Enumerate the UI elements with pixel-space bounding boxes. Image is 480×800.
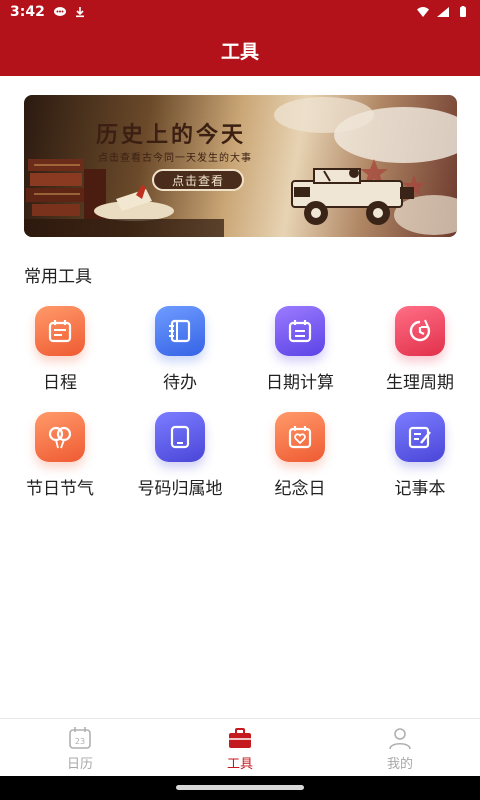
nav-label: 工具 — [226, 757, 253, 772]
history-today-banner[interactable]: 历史上的今天 点击查看古今同一天发生的大事 点击查看 — [24, 95, 457, 237]
section-title: 常用工具 — [24, 267, 92, 287]
nav-label: 我的 — [386, 757, 413, 772]
tool-label: 节日节气 — [26, 479, 94, 499]
nav-label: 日历 — [66, 757, 93, 772]
calendar-badge: 23 — [75, 737, 85, 746]
message-icon — [53, 7, 66, 16]
tool-notepad[interactable]: 记事本 — [360, 406, 480, 512]
app-header: 工具 — [0, 24, 480, 76]
download-icon — [75, 7, 84, 18]
tool-todo[interactable]: 待办 — [120, 300, 240, 406]
tool-label: 记事本 — [394, 479, 446, 499]
tool-label: 纪念日 — [274, 479, 326, 499]
page-title: 工具 — [220, 40, 259, 63]
tablet-icon — [155, 412, 205, 462]
tool-schedule[interactable]: 日程 — [0, 300, 120, 406]
tool-phone-location[interactable]: 号码归属地 — [120, 406, 240, 512]
tool-anniversary[interactable]: 纪念日 — [240, 406, 360, 512]
tools-grid: 日程 待办 日期计算 生理周期 节日节气 号码归属地 纪念日 记事本 — [0, 300, 480, 512]
notebook-icon — [155, 306, 205, 356]
calendar-calc-icon — [275, 306, 325, 356]
toolbox-icon — [229, 728, 251, 748]
banner-view-button[interactable]: 点击查看 — [152, 169, 244, 191]
banner-title: 历史上的今天 — [96, 122, 247, 148]
tool-label: 号码归属地 — [137, 479, 223, 499]
tool-festivals[interactable]: 节日节气 — [0, 406, 120, 512]
tool-date-calc[interactable]: 日期计算 — [240, 300, 360, 406]
tool-label: 生理周期 — [386, 373, 454, 393]
nav-calendar[interactable]: 23 日历 — [0, 719, 160, 776]
signal-icon — [437, 7, 449, 17]
user-icon — [389, 728, 411, 750]
status-bar: 3:42 — [0, 0, 480, 24]
heart-calendar-icon — [275, 412, 325, 462]
gesture-handle[interactable] — [176, 785, 304, 790]
tool-label: 日期计算 — [266, 373, 334, 393]
note-edit-icon — [395, 412, 445, 462]
calendar-icon: 23 — [69, 727, 91, 749]
tool-label: 待办 — [163, 373, 197, 393]
wifi-icon — [417, 7, 429, 17]
cycle-clock-icon — [395, 306, 445, 356]
battery-icon — [460, 6, 466, 17]
nav-profile[interactable]: 我的 — [320, 719, 480, 776]
tool-label: 日程 — [43, 373, 77, 393]
tool-cycle[interactable]: 生理周期 — [360, 300, 480, 406]
calendar-icon — [35, 306, 85, 356]
balloons-icon — [35, 412, 85, 462]
status-time: 3:42 — [10, 4, 45, 20]
banner-subtitle: 点击查看古今同一天发生的大事 — [98, 153, 252, 164]
nav-tools[interactable]: 工具 — [160, 719, 320, 776]
bottom-nav: 23 日历 工具 我的 — [0, 718, 480, 776]
